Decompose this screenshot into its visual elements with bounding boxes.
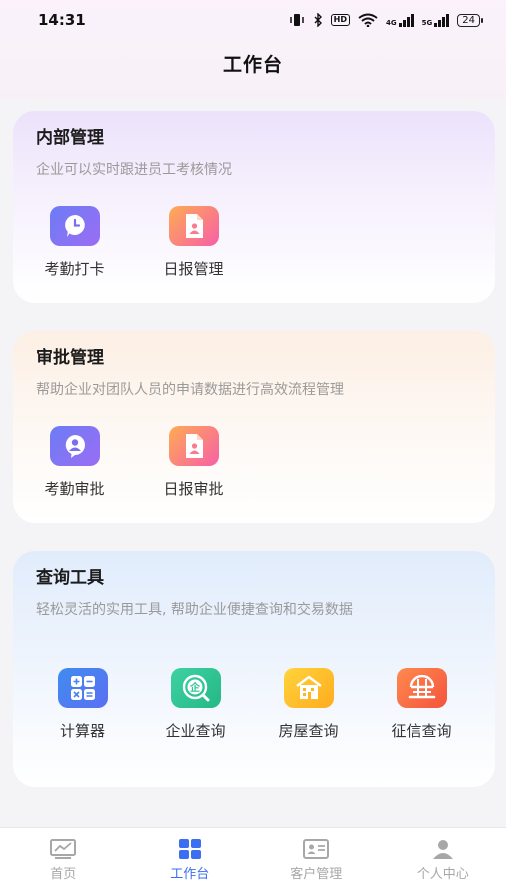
user-bubble-icon bbox=[49, 426, 100, 466]
tile-label: 考勤审批 bbox=[44, 480, 105, 498]
tile-label: 计算器 bbox=[59, 722, 105, 740]
vibrate-icon bbox=[289, 14, 304, 26]
clock-bubble-icon bbox=[49, 206, 100, 246]
5g-label: 5G bbox=[421, 18, 433, 27]
person-icon bbox=[432, 840, 453, 859]
daily-report-management-button[interactable]: 日报管理 bbox=[134, 206, 253, 279]
tab-label: 个人中心 bbox=[416, 867, 469, 882]
section-approval-management: 审批管理 帮助企业对团队人员的申请数据进行高效流程管理 考勤审批 日报审批 bbox=[13, 331, 495, 523]
id-card-icon bbox=[303, 839, 330, 859]
page-title: 工作台 bbox=[222, 54, 283, 76]
section-description: 企业可以实时跟进员工考核情况 bbox=[36, 162, 232, 178]
section-description: 轻松灵活的实用工具, 帮助企业便捷查询和交易数据 bbox=[36, 602, 353, 618]
tab-personal-center[interactable]: 个人中心 bbox=[380, 828, 506, 887]
tab-label: 客户管理 bbox=[290, 867, 343, 882]
credit-search-button[interactable]: 征信查询 bbox=[365, 668, 478, 741]
section-title: 查询工具 bbox=[36, 568, 104, 588]
section-title: 审批管理 bbox=[36, 348, 104, 368]
4g-label: 4G bbox=[386, 18, 397, 27]
tile-label: 考勤打卡 bbox=[44, 260, 105, 278]
grid-apps-icon bbox=[178, 839, 201, 859]
section-internal-management: 内部管理 企业可以实时跟进员工考核情况 考勤打卡 日报管理 bbox=[13, 111, 495, 303]
tab-label: 工作台 bbox=[170, 867, 210, 882]
section-description: 帮助企业对团队人员的申请数据进行高效流程管理 bbox=[36, 382, 344, 398]
tile-label: 日报审批 bbox=[163, 480, 224, 498]
report-document-icon bbox=[168, 426, 219, 466]
status-icons: HD 4G 5G 24 bbox=[289, 13, 483, 27]
tab-workbench[interactable]: 工作台 bbox=[127, 828, 254, 887]
section-tiles: 计算器 企 企业查询 房屋查询 征信查询 bbox=[26, 668, 478, 741]
tab-label: 首页 bbox=[50, 867, 77, 882]
credit-globe-icon bbox=[396, 668, 447, 708]
hd-icon: HD bbox=[330, 14, 351, 26]
tile-label: 企业查询 bbox=[165, 722, 226, 740]
section-query-tools: 查询工具 轻松灵活的实用工具, 帮助企业便捷查询和交易数据 计算器 企 企业查询… bbox=[13, 551, 495, 787]
enterprise-search-button[interactable]: 企 企业查询 bbox=[139, 668, 252, 741]
bottom-tab-bar: 首页 工作台 客户管理 个人中心 bbox=[0, 827, 506, 887]
enterprise-glyph: 企 bbox=[189, 681, 201, 694]
tile-label: 日报管理 bbox=[163, 260, 224, 278]
status-time: 14:31 bbox=[38, 11, 86, 29]
section-title: 内部管理 bbox=[36, 128, 104, 148]
report-document-icon bbox=[168, 206, 219, 246]
tile-label: 征信查询 bbox=[391, 722, 452, 740]
calculator-icon bbox=[57, 668, 108, 708]
house-search-button[interactable]: 房屋查询 bbox=[252, 668, 365, 741]
section-tiles: 考勤打卡 日报管理 bbox=[15, 206, 253, 279]
section-tiles: 考勤审批 日报审批 bbox=[15, 426, 253, 499]
attendance-checkin-button[interactable]: 考勤打卡 bbox=[15, 206, 134, 279]
wifi-icon bbox=[358, 13, 378, 27]
tab-customer-management[interactable]: 客户管理 bbox=[253, 828, 380, 887]
attendance-approval-button[interactable]: 考勤审批 bbox=[15, 426, 134, 499]
4g-signal-icon: 4G bbox=[386, 13, 414, 27]
house-search-icon bbox=[283, 668, 334, 708]
battery-level: 24 bbox=[462, 14, 475, 26]
enterprise-search-icon: 企 bbox=[170, 668, 221, 708]
status-bar: 14:31 HD 4G 5G 24 bbox=[0, 0, 506, 40]
chart-home-icon bbox=[50, 839, 77, 859]
daily-report-approval-button[interactable]: 日报审批 bbox=[134, 426, 253, 499]
5g-signal-icon: 5G bbox=[421, 13, 450, 27]
battery-icon: 24 bbox=[457, 13, 483, 27]
tab-home[interactable]: 首页 bbox=[0, 828, 127, 887]
calculator-button[interactable]: 计算器 bbox=[26, 668, 139, 741]
tile-label: 房屋查询 bbox=[278, 722, 339, 740]
bluetooth-icon bbox=[314, 13, 322, 27]
